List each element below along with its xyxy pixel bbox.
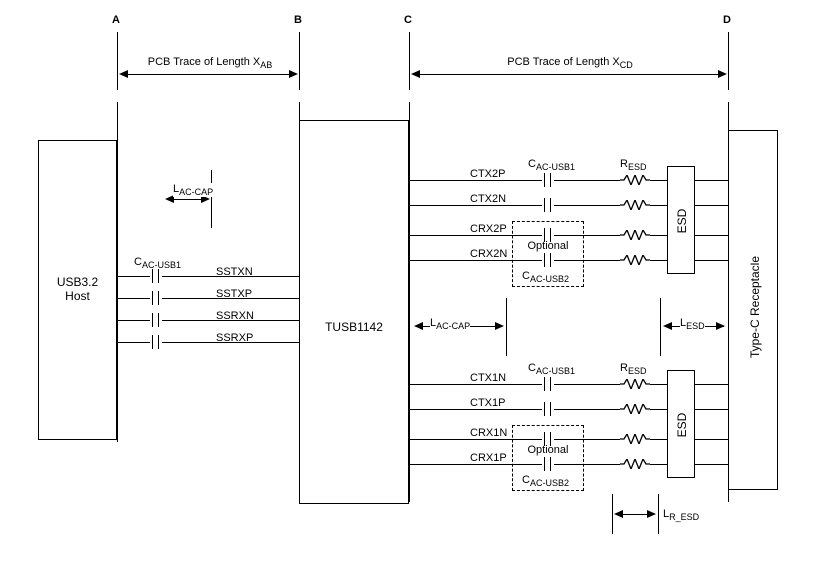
ref-a xyxy=(117,32,118,90)
signal-ssrxn: SSRXN xyxy=(216,310,254,322)
lesd-tick xyxy=(660,298,661,356)
lesd-label: LESD xyxy=(680,317,705,331)
cac-usb2-bot-label: CAC-USB2 xyxy=(522,474,569,488)
ref-c-lower xyxy=(409,102,410,502)
cac-usb1-top-label: CAC-USB1 xyxy=(528,158,575,172)
ref-a-label: A xyxy=(112,14,120,26)
cac-usb1-left-label: CAC-USB1 xyxy=(134,256,181,270)
signal-crx1n: CRX1N xyxy=(470,427,507,439)
signal-crx2p: CRX2P xyxy=(470,223,507,235)
signal-ctx2n: CTX2N xyxy=(470,193,506,205)
lresd-tick2 xyxy=(658,494,659,534)
resd-bot-label: RESD xyxy=(620,362,646,376)
arrow-icon xyxy=(647,510,656,518)
optional-top-label: Optional xyxy=(512,240,584,252)
ref-c xyxy=(409,32,410,90)
ref-a-lower xyxy=(117,102,118,442)
arrow-icon xyxy=(716,322,725,330)
trace-cd-label: PCB Trace of Length XCD xyxy=(495,56,645,70)
ref-c-label: C xyxy=(404,14,412,26)
signal-ctx1p: CTX1P xyxy=(470,397,505,409)
cac-usb2-top-label: CAC-USB2 xyxy=(522,270,569,284)
esd-bot-label: ESD xyxy=(675,407,689,443)
host-label: USB3.2 Host xyxy=(38,275,117,303)
cac-usb1-bot-label: CAC-USB1 xyxy=(528,362,575,376)
arrow-icon xyxy=(289,70,298,78)
ref-d-label: D xyxy=(723,14,731,26)
lresd-label: LR_ESD xyxy=(663,508,699,522)
receptacle-label: Type-C Receptacle xyxy=(748,252,762,362)
signal-ssrxp: SSRXP xyxy=(216,332,253,344)
arrow-icon xyxy=(119,70,128,78)
arrow-icon xyxy=(663,322,672,330)
signal-sstxp: SSTXP xyxy=(216,288,252,300)
signal-crx1p: CRX1P xyxy=(470,452,507,464)
laccap-right-tick xyxy=(506,298,507,356)
laccap-left-label: LAC-CAP xyxy=(173,183,213,197)
trace-cd-line xyxy=(413,74,725,75)
resistor-icon xyxy=(620,459,650,469)
lresd-tick1 xyxy=(612,494,613,534)
signal-ctx1n: CTX1N xyxy=(470,372,506,384)
optional-bot-label: Optional xyxy=(512,444,584,456)
resistor-icon xyxy=(620,434,650,444)
arrow-icon xyxy=(414,322,423,330)
trace-ab-line xyxy=(121,74,296,75)
esd-top-label: ESD xyxy=(675,203,689,239)
trace-ab-label: PCB Trace of Length XAB xyxy=(135,56,285,70)
block-tusb1142 xyxy=(299,120,409,504)
resistor-icon xyxy=(620,175,650,185)
tusb-label: TUSB1142 xyxy=(299,320,409,334)
arrow-icon xyxy=(614,510,623,518)
resd-top-label: RESD xyxy=(620,158,646,172)
ref-d xyxy=(728,32,729,90)
signal-sstxn: SSTXN xyxy=(216,266,253,278)
laccap-right-label: LAC-CAP xyxy=(430,317,470,331)
resistor-icon xyxy=(620,379,650,389)
arrow-icon xyxy=(411,70,420,78)
signal-crx2n: CRX2N xyxy=(470,248,507,260)
arrow-icon xyxy=(495,322,504,330)
resistor-icon xyxy=(620,404,650,414)
arrow-icon xyxy=(718,70,727,78)
resistor-icon xyxy=(620,230,650,240)
signal-ctx2p: CTX2P xyxy=(470,168,505,180)
resistor-icon xyxy=(620,200,650,210)
resistor-icon xyxy=(620,255,650,265)
laccap-left-tick xyxy=(211,170,212,228)
ref-b xyxy=(299,32,300,90)
ref-b-label: B xyxy=(294,14,302,26)
